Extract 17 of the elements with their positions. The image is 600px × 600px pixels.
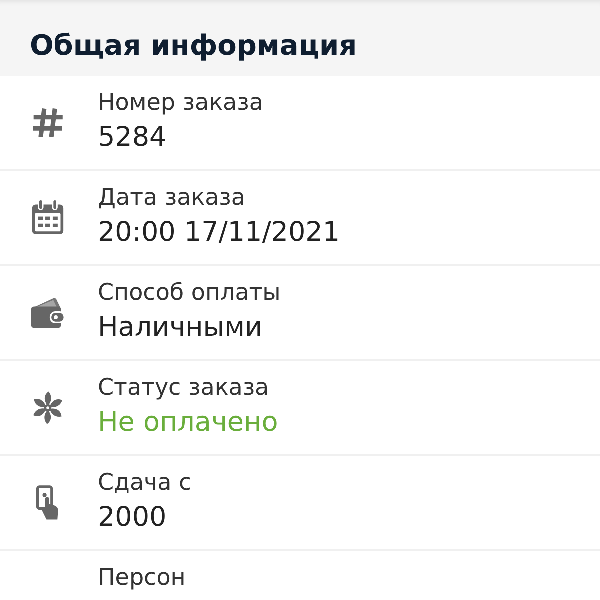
field-label: Сдача с (98, 469, 192, 498)
calendar-icon (31, 199, 65, 236)
section-title: Общая информация (30, 28, 358, 64)
wallet-icon (30, 296, 66, 330)
field-value: 20:00 17/11/2021 (98, 216, 340, 250)
field-value: Не оплачено (98, 406, 278, 440)
field-label: Номер заказа (98, 89, 264, 118)
field-label: Персон (98, 564, 186, 593)
field-label: Статус заказа (98, 374, 270, 403)
cash-hand-icon (35, 484, 61, 520)
field-value: Наличными (98, 311, 264, 345)
field-value: 5284 (98, 121, 168, 155)
field-label: Дата заказа (98, 184, 247, 213)
flower-icon (31, 390, 65, 424)
field-label: Способ оплаты (98, 279, 281, 308)
hash-icon (31, 106, 65, 140)
field-value: 2000 (98, 501, 168, 535)
